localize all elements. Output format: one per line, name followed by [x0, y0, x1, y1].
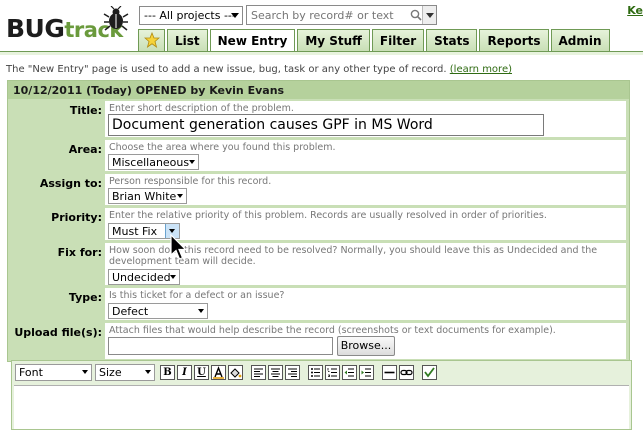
align-left-icon — [254, 368, 263, 377]
horizontal-rule-icon — [384, 371, 395, 374]
chevron-down-icon — [177, 194, 183, 198]
assign-label: Assign to: — [39, 177, 102, 190]
tab-stats[interactable]: Stats — [426, 29, 478, 51]
beetle-icon — [103, 6, 129, 31]
underline-button[interactable]: U — [194, 365, 209, 380]
assign-select[interactable]: Brian White — [108, 188, 187, 204]
project-select[interactable]: --- All projects --- — [139, 6, 243, 25]
tab-reports[interactable]: Reports — [479, 29, 549, 51]
tab-admin[interactable]: Admin — [550, 29, 610, 51]
tab-new-entry[interactable]: New Entry — [209, 29, 296, 51]
user-link[interactable]: Ke — [627, 4, 643, 17]
title-input[interactable] — [108, 114, 544, 136]
spell-check-button[interactable] — [422, 365, 437, 380]
type-hint: Is this ticket for a defect or an issue? — [109, 290, 285, 301]
horizontal-rule-button[interactable] — [382, 365, 397, 380]
star-icon — [143, 31, 161, 48]
priority-hint: Enter the relative priority of this prob… — [109, 210, 547, 221]
type-label: Type: — [68, 291, 102, 304]
title-row: Title: Enter short description of the pr… — [8, 100, 629, 138]
numbered-list-icon — [327, 368, 337, 377]
chevron-down-icon — [198, 309, 204, 313]
italic-button[interactable]: I — [177, 365, 192, 380]
insert-link-button[interactable] — [399, 365, 414, 380]
tab-favorites[interactable] — [138, 29, 165, 51]
chevron-down-icon — [145, 370, 151, 374]
type-field-area: Is this ticket for a defect or an issue?… — [105, 288, 626, 320]
text-color-icon — [213, 366, 224, 379]
link-icon — [400, 369, 413, 376]
bold-button[interactable]: B — [160, 365, 175, 380]
numbered-list-button[interactable] — [325, 365, 340, 380]
assign-hint: Person responsible for this record. — [109, 176, 272, 187]
title-label: Title: — [69, 104, 102, 117]
browse-button[interactable]: Browse... — [337, 336, 395, 356]
align-right-icon — [288, 368, 297, 377]
upload-label: Upload file(s): — [14, 326, 102, 339]
bulleted-list-button[interactable] — [308, 365, 323, 380]
size-select[interactable]: Size — [95, 364, 155, 381]
page-intro: The "New Entry" page is used to add a ne… — [6, 64, 512, 75]
indent-button[interactable] — [359, 365, 374, 380]
tab-filter[interactable]: Filter — [371, 29, 425, 51]
fixfor-label: Fix for: — [57, 246, 102, 259]
rich-text-editor: Font Size B I U — [11, 360, 632, 430]
title-field-area: Enter short description of the problem. — [105, 101, 626, 137]
paint-bucket-icon — [230, 368, 242, 378]
align-center-button[interactable] — [268, 365, 283, 380]
area-select[interactable]: Miscellaneous — [108, 154, 199, 170]
search-box — [246, 5, 437, 25]
editor-toolbar: Font Size B I U — [12, 361, 631, 385]
highlight-button[interactable] — [228, 365, 243, 380]
area-field-area: Choose the area where you found this pro… — [105, 140, 626, 171]
type-select[interactable]: Defect — [108, 303, 208, 319]
app-header: BUGtrack --- All projects --- Ke — [0, 0, 643, 56]
title-hint: Enter short description of the problem. — [109, 103, 294, 114]
priority-label: Priority: — [51, 211, 102, 224]
search-input[interactable] — [247, 6, 407, 24]
chevron-down-icon — [170, 275, 176, 279]
upload-hint: Attach files that would help describe th… — [109, 325, 556, 336]
assign-row: Assign to: Person responsible for this r… — [8, 173, 629, 206]
outdent-button[interactable] — [342, 365, 357, 380]
align-right-button[interactable] — [285, 365, 300, 380]
area-label: Area: — [68, 143, 102, 156]
area-row: Area: Choose the area where you found th… — [8, 139, 629, 172]
file-path-input[interactable] — [108, 337, 333, 355]
chevron-down-icon — [231, 13, 239, 18]
indent-icon — [361, 368, 371, 377]
fixfor-row: Fix for: How soon does this record need … — [8, 242, 629, 286]
priority-row: Priority: Enter the relative priority of… — [8, 207, 629, 241]
mouse-pointer-icon — [170, 234, 187, 260]
form-header: 10/12/2011 (Today) OPENED by Kevin Evans — [8, 81, 629, 99]
tab-my-stuff[interactable]: My Stuff — [297, 29, 370, 51]
bulleted-list-icon — [311, 368, 320, 377]
upload-field-area: Attach files that would help describe th… — [105, 323, 626, 359]
type-row: Type: Is this ticket for a defect or an … — [8, 287, 629, 321]
align-left-button[interactable] — [251, 365, 266, 380]
bugtrack-logo[interactable]: BUGtrack — [4, 6, 130, 50]
outdent-icon — [344, 368, 354, 377]
chevron-down-icon — [82, 370, 88, 374]
search-options-dropdown[interactable] — [422, 6, 436, 24]
text-color-button[interactable] — [211, 365, 226, 380]
font-select[interactable]: Font — [15, 364, 92, 381]
upload-row: Upload file(s): Attach files that would … — [8, 322, 629, 360]
chevron-down-icon — [189, 160, 195, 164]
editor-text-area[interactable] — [14, 385, 629, 429]
spell-check-icon — [424, 367, 435, 378]
tab-list[interactable]: List — [167, 29, 208, 51]
align-center-icon — [271, 368, 280, 377]
assign-field-area: Person responsible for this record. Bria… — [105, 174, 626, 205]
tab-divider-band — [0, 52, 643, 55]
search-icon[interactable] — [410, 9, 422, 21]
main-tabs: List New Entry My Stuff Filter Stats Rep… — [138, 29, 612, 51]
area-hint: Choose the area where you found this pro… — [109, 142, 336, 153]
fixfor-select[interactable]: Undecided — [108, 269, 180, 285]
new-entry-form: 10/12/2011 (Today) OPENED by Kevin Evans… — [7, 80, 630, 362]
learn-more-link[interactable]: (learn more) — [450, 64, 512, 75]
